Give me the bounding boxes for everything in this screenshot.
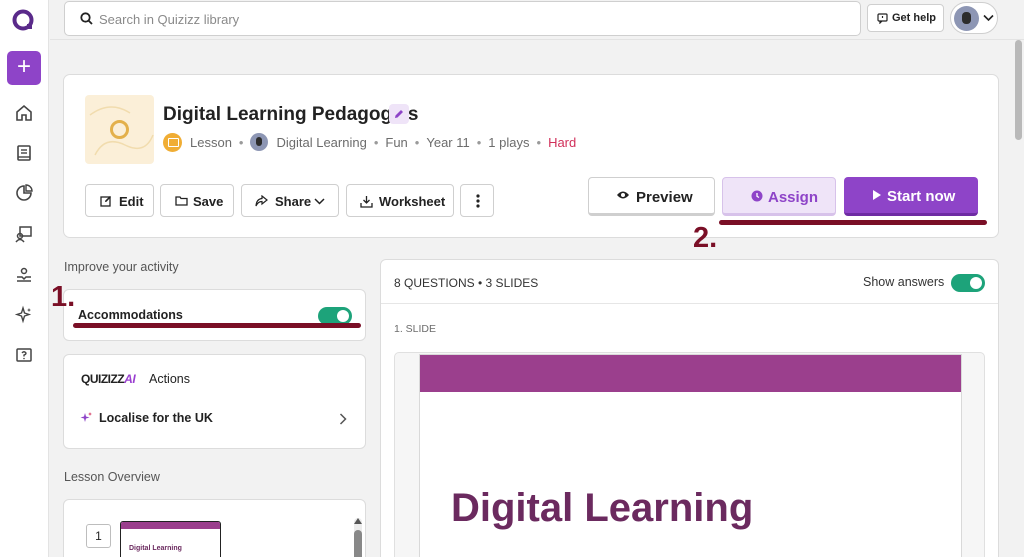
share-icon bbox=[255, 195, 268, 207]
annotation-step-1: 1. bbox=[51, 281, 76, 313]
avatar bbox=[954, 6, 979, 31]
download-icon bbox=[360, 196, 373, 208]
quizizz-q-icon bbox=[110, 120, 129, 139]
page-scrollbar[interactable] bbox=[1013, 40, 1024, 557]
lesson-overview-heading: Lesson Overview bbox=[64, 470, 160, 484]
search-bar[interactable]: Search in Quizizz library bbox=[64, 1, 861, 36]
activity-plays: 1 plays bbox=[488, 134, 530, 150]
help-chat-icon bbox=[877, 13, 888, 24]
top-bar: Search in Quizizz library Get help bbox=[50, 0, 1024, 40]
edit-icon bbox=[100, 196, 111, 207]
questions-panel: 8 QUESTIONS • 3 SLIDES Show answers 1. S… bbox=[380, 259, 999, 557]
overview-slide-thumbnail[interactable]: Digital Learning bbox=[120, 521, 221, 557]
start-now-button[interactable]: Start now bbox=[844, 177, 978, 216]
save-button[interactable]: Save bbox=[160, 184, 234, 217]
overview-thumb-title: Digital Learning bbox=[129, 545, 182, 552]
activity-title: Digital Learning Pedagogies bbox=[163, 104, 419, 125]
activity-author[interactable]: Digital Learning bbox=[276, 135, 366, 150]
ai-sparkle-icon[interactable] bbox=[14, 305, 34, 325]
ai-actions-label: Actions bbox=[149, 372, 190, 386]
share-label: Share bbox=[275, 194, 312, 209]
create-button[interactable]: + bbox=[7, 51, 41, 85]
quizizz-ai-card: QUIZIZZAI Actions Localise for the UK bbox=[63, 354, 366, 449]
activity-type: Lesson bbox=[190, 134, 232, 150]
author-avatar bbox=[250, 133, 269, 151]
library-icon[interactable] bbox=[14, 143, 34, 163]
get-help-button[interactable]: Get help bbox=[867, 4, 944, 32]
reports-icon[interactable] bbox=[14, 183, 34, 203]
edit-title-button[interactable] bbox=[389, 104, 409, 124]
lesson-overview-card: 1 Digital Learning bbox=[63, 499, 366, 557]
sparkle-icon bbox=[80, 412, 92, 422]
slide-label: 1. SLIDE bbox=[394, 323, 437, 335]
scrollbar-thumb[interactable] bbox=[1015, 40, 1022, 140]
folder-icon bbox=[175, 196, 188, 206]
profile-menu-button[interactable] bbox=[950, 2, 998, 34]
save-label: Save bbox=[193, 194, 224, 209]
preview-label: Preview bbox=[636, 189, 693, 206]
ai-brand-text: QUIZIZZ bbox=[81, 372, 125, 386]
quizizz-ai-logo: QUIZIZZAI bbox=[81, 372, 136, 386]
eye-icon bbox=[617, 191, 629, 199]
activity-subject: Fun bbox=[385, 134, 408, 150]
accommodations-icon[interactable] bbox=[14, 265, 34, 285]
annotation-underline-2 bbox=[719, 220, 987, 225]
slide-band bbox=[420, 355, 961, 392]
play-icon bbox=[873, 190, 881, 200]
worksheet-button[interactable]: Worksheet bbox=[346, 184, 454, 217]
pencil-icon bbox=[395, 110, 403, 118]
improve-heading: Improve your activity bbox=[64, 260, 179, 274]
kebab-menu-icon bbox=[476, 194, 480, 208]
quizizz-logo-icon[interactable] bbox=[11, 8, 37, 34]
chevron-down-icon bbox=[983, 14, 994, 22]
worksheet-label: Worksheet bbox=[379, 194, 446, 209]
annotation-underline-1 bbox=[73, 323, 361, 328]
annotation-step-2: 2. bbox=[693, 222, 718, 254]
overview-item-number: 1 bbox=[86, 524, 111, 548]
slide-preview: Digital Learning bbox=[394, 352, 985, 557]
accommodations-label: Accommodations bbox=[78, 308, 183, 322]
show-answers-toggle[interactable] bbox=[951, 274, 985, 292]
classes-icon[interactable] bbox=[14, 224, 34, 244]
chevron-right-icon[interactable] bbox=[339, 413, 347, 425]
activity-thumbnail bbox=[85, 95, 154, 164]
activity-header-card: Digital Learning Pedagogies Lesson • Dig… bbox=[63, 74, 999, 238]
questions-header: 8 QUESTIONS • 3 SLIDES Show answers bbox=[381, 260, 998, 304]
activity-difficulty: Hard bbox=[548, 134, 577, 150]
get-help-label: Get help bbox=[892, 12, 937, 24]
chevron-down-icon bbox=[314, 198, 325, 205]
search-icon bbox=[80, 12, 93, 25]
activity-grade: Year 11 bbox=[426, 134, 470, 150]
activity-meta: Lesson • Digital Learning • Fun • Year 1… bbox=[163, 132, 576, 152]
localise-label: Localise for the UK bbox=[99, 411, 213, 425]
slide-title: Digital Learning bbox=[451, 486, 754, 530]
home-icon[interactable] bbox=[14, 103, 34, 123]
ai-brand-ai: AI bbox=[124, 372, 136, 386]
preview-button[interactable]: Preview bbox=[588, 177, 715, 216]
left-rail: + bbox=[0, 0, 49, 557]
overview-scrollbar[interactable] bbox=[354, 518, 362, 557]
edit-button[interactable]: Edit bbox=[85, 184, 154, 217]
more-options-button[interactable] bbox=[460, 184, 494, 217]
slide-canvas: Digital Learning bbox=[419, 354, 962, 557]
start-now-label: Start now bbox=[887, 188, 956, 205]
share-button[interactable]: Share bbox=[241, 184, 339, 217]
show-answers-label: Show answers bbox=[863, 275, 945, 289]
clock-icon bbox=[751, 190, 763, 202]
questions-count: 8 QUESTIONS • 3 SLIDES bbox=[394, 276, 539, 290]
help-icon[interactable] bbox=[14, 346, 34, 366]
localise-action[interactable]: Localise for the UK bbox=[80, 411, 213, 425]
lesson-type-icon bbox=[163, 132, 182, 152]
assign-button[interactable]: Assign bbox=[722, 177, 836, 216]
edit-label: Edit bbox=[119, 194, 144, 209]
accommodations-card: Accommodations bbox=[63, 289, 366, 341]
assign-label: Assign bbox=[768, 189, 819, 206]
search-input[interactable]: Search in Quizizz library bbox=[99, 12, 239, 27]
